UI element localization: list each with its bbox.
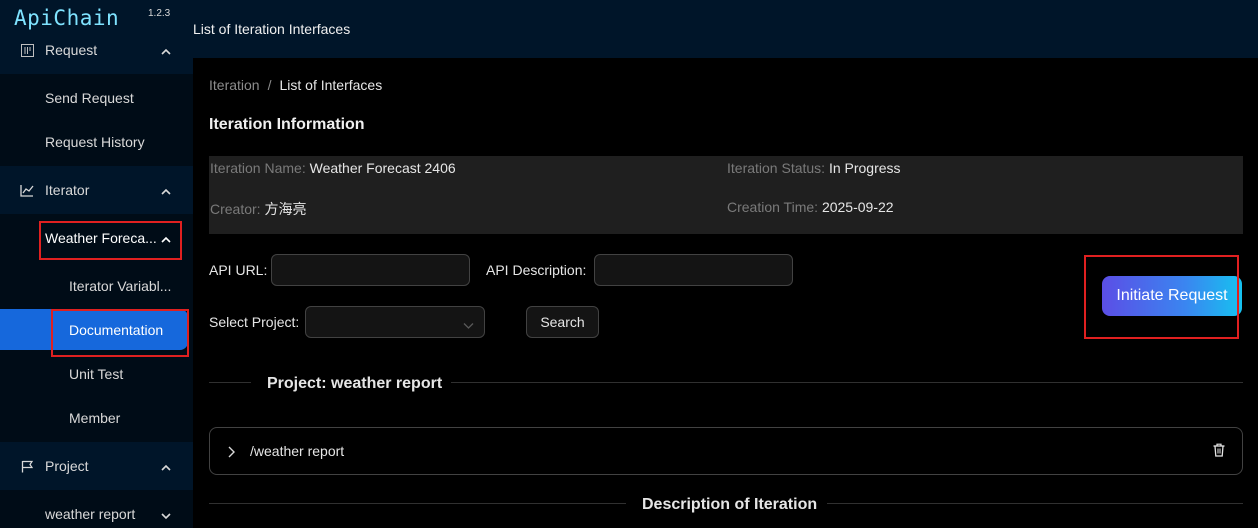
- iterator-submenu: Weather Foreca... Iterator Variabl... Do…: [0, 214, 193, 442]
- iteration-info-panel: Iteration Name: Weather Forecast 2406 It…: [209, 156, 1243, 234]
- chevron-right-icon[interactable]: [227, 445, 235, 461]
- divider-line: [209, 382, 251, 383]
- sidebar-item-label: Unit Test: [69, 366, 124, 382]
- request-icon: [20, 43, 34, 57]
- sidebar-item-label: Send Request: [45, 90, 134, 106]
- sidebar-item-label: Member: [69, 410, 121, 426]
- menu-group-request[interactable]: Request: [0, 26, 193, 74]
- menu-group-label: Request: [45, 42, 98, 58]
- creator-label: Creator:: [210, 201, 261, 217]
- breadcrumb-current: List of Interfaces: [279, 77, 383, 93]
- sidebar-item-iterator-variables[interactable]: Iterator Variabl...: [0, 264, 193, 308]
- sidebar-item-label: Documentation: [69, 321, 164, 338]
- main-content: Iteration / List of Interfaces Iteration I…: [193, 58, 1258, 528]
- creator-value: 方海亮: [264, 201, 307, 217]
- iteration-status-label: Iteration Status:: [727, 160, 826, 176]
- sidebar-item-label: Iterator Variabl...: [69, 278, 172, 294]
- initiate-request-button[interactable]: Initiate Request: [1102, 276, 1242, 316]
- description-section-title: Description of Iteration: [642, 496, 818, 513]
- sidebar-item-documentation[interactable]: Documentation: [0, 309, 188, 350]
- menu-group-project[interactable]: Project: [0, 442, 193, 490]
- breadcrumb-root[interactable]: Iteration: [209, 77, 260, 93]
- api-url-label: API URL:: [209, 262, 268, 278]
- menu-group-label: Iterator: [45, 182, 90, 198]
- chevron-up-icon: [161, 459, 171, 475]
- creation-time-label: Creation Time:: [727, 199, 819, 215]
- iteration-status: Iteration Status: In Progress: [727, 160, 901, 176]
- breadcrumb-separator: /: [267, 77, 272, 93]
- iteration-creator: Creator: 方海亮: [210, 199, 306, 219]
- project-select[interactable]: [305, 306, 485, 338]
- divider-line: [209, 503, 626, 504]
- iteration-name-label: Iteration Name:: [210, 160, 306, 176]
- iteration-name-value: Weather Forecast 2406: [309, 160, 456, 176]
- iteration-name: Iteration Name: Weather Forecast 2406: [210, 160, 456, 176]
- sidebar-item-label: Weather Foreca...: [45, 230, 157, 246]
- divider-line: [451, 382, 1243, 383]
- app-version: 1.2.3: [148, 8, 171, 19]
- select-project-label: Select Project:: [209, 314, 300, 330]
- interface-path: /weather report: [250, 443, 345, 459]
- chart-line-icon: [20, 183, 34, 197]
- sidebar-item-request-history[interactable]: Request History: [0, 120, 193, 164]
- sidebar-item-weather-report[interactable]: weather report: [0, 492, 193, 528]
- iteration-info-title: Iteration Information: [209, 116, 365, 133]
- iteration-creation-time: Creation Time: 2025-09-22: [727, 199, 894, 215]
- delete-icon[interactable]: [1213, 443, 1225, 460]
- chevron-up-icon: [161, 231, 171, 247]
- project-submenu: weather report: [0, 490, 193, 528]
- menu-group-iterator[interactable]: Iterator: [0, 166, 193, 214]
- sidebar-item-send-request[interactable]: Send Request: [0, 76, 193, 120]
- breadcrumb: Iteration / List of Interfaces: [209, 77, 382, 93]
- sidebar-item-label: Request History: [45, 134, 145, 150]
- sidebar-item-unit-test[interactable]: Unit Test: [0, 352, 193, 396]
- sidebar-item-label: weather report: [45, 506, 136, 522]
- api-url-input[interactable]: [271, 254, 470, 286]
- flag-icon: [20, 459, 34, 473]
- iteration-status-value: In Progress: [828, 160, 901, 176]
- menu-group-label: Project: [45, 458, 89, 474]
- chevron-up-icon: [161, 183, 171, 199]
- sidebar: ApiChain 1.2.3 Request Send Request Requ…: [0, 0, 193, 528]
- request-submenu: Send Request Request History: [0, 74, 193, 166]
- divider-line: [827, 503, 1243, 504]
- chevron-down-icon: [463, 317, 474, 333]
- api-description-input[interactable]: [594, 254, 793, 286]
- project-section-title: Project: weather report: [267, 375, 443, 392]
- interface-collapse-panel[interactable]: /weather report: [209, 427, 1243, 475]
- top-header: List of Iteration Interfaces: [193, 0, 1258, 58]
- sidebar-item-member[interactable]: Member: [0, 396, 193, 440]
- chevron-down-icon: [161, 507, 171, 523]
- page-title: List of Iteration Interfaces: [193, 21, 351, 37]
- chevron-up-icon: [161, 43, 171, 59]
- api-description-label: API Description:: [486, 262, 587, 278]
- creation-time-value: 2025-09-22: [821, 199, 894, 215]
- search-button[interactable]: Search: [526, 306, 599, 338]
- sidebar-item-weather-forecast[interactable]: Weather Foreca...: [0, 216, 193, 260]
